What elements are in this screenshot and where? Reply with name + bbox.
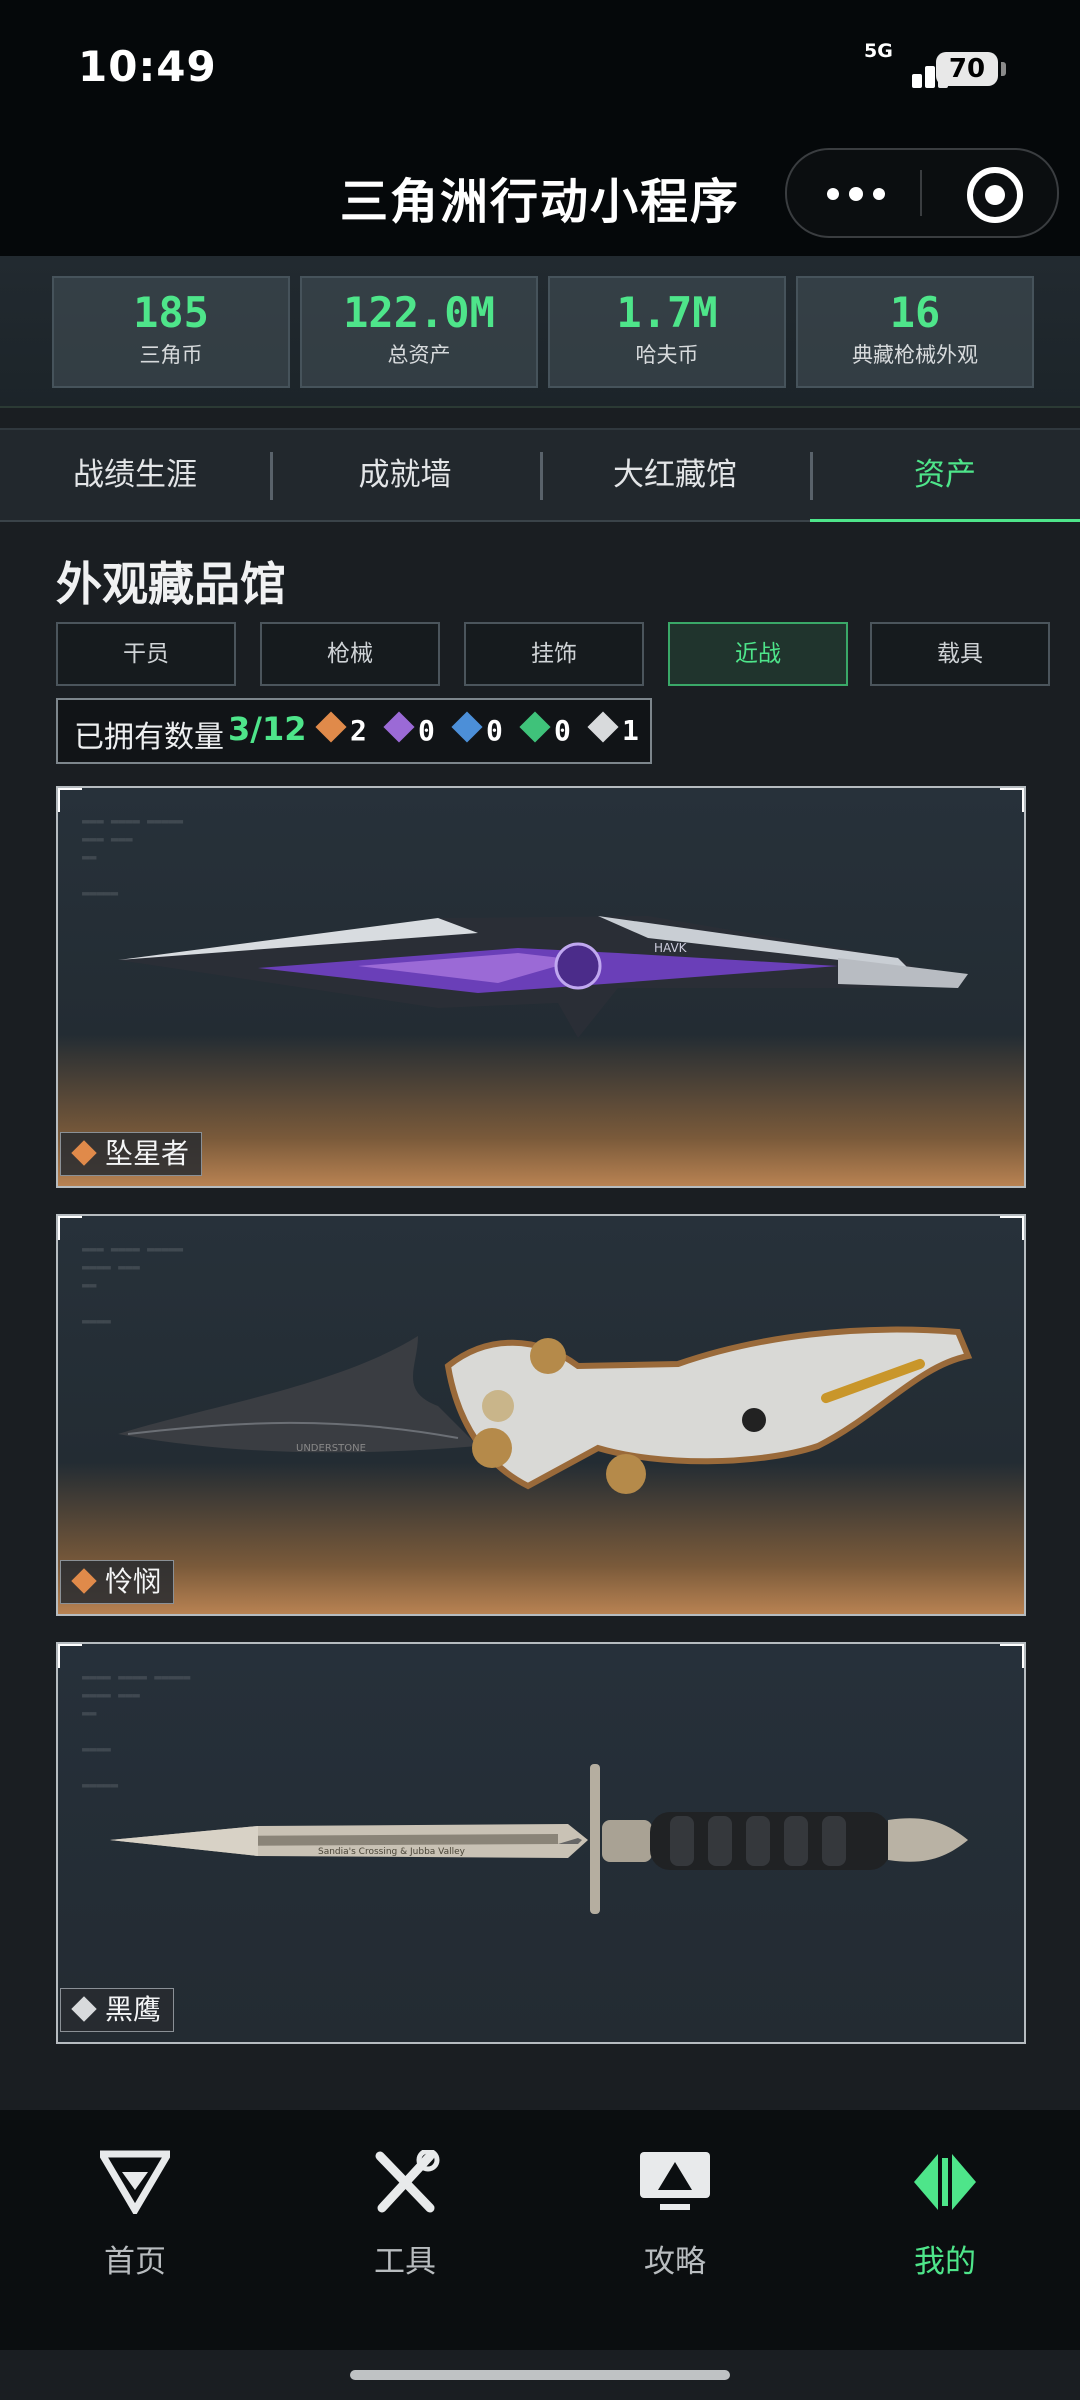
asset-stats: 185 三角币 122.0M 总资产 1.7M 哈夫币 16 典藏枪械外观 [0,256,1080,408]
orange-rarity-icon [71,1568,97,1594]
melee-card-mercy[interactable]: ▬▬▬ ▬▬▬▬ ▬▬▬▬▬ ▬▬▬▬ ▬▬▬ ▬▬ ▬▬▬▬ UNDERSTONE … [56,1214,1026,1616]
capsule-divider [920,170,922,216]
knife-print-label: HAVK [654,941,688,955]
stat-label: 三角币 [139,343,203,367]
title-bar: 三角洲行动小程序 [0,140,1080,256]
owned-count-bar: 已拥有数量 3/12 2 0 0 0 1 [56,698,652,764]
stat-value: 185 [133,288,209,337]
rarity-count: 0 [418,714,435,747]
network-type: 5G [864,40,893,62]
profile-tabs: 战绩生涯 成就墙 大红藏馆 资产 [0,428,1080,522]
stat-value: 1.7M [616,288,718,337]
more-icon[interactable] [827,178,887,208]
item-name: 坠星者 [105,1137,190,1170]
category-vehicles[interactable]: 载具 [870,622,1050,686]
rarity-count: 2 [350,714,367,747]
category-melee[interactable]: 近战 [668,622,848,686]
guide-icon [640,2152,710,2210]
rarity-blue: 0 [451,711,503,747]
item-name-tag: 坠星者 [60,1132,203,1176]
owned-label: 已拥有数量 [74,720,224,755]
nav-label: 首页 [104,2244,166,2280]
home-indicator[interactable] [350,2370,730,2380]
category-operators[interactable]: 干员 [56,622,236,686]
close-target-icon[interactable] [967,167,1023,223]
nav-profile[interactable]: 我的 [810,2150,1080,2281]
status-bar: 10:49 5G 70 [0,0,1080,140]
rarity-count: 1 [622,714,639,747]
stat-value: 16 [889,288,941,337]
nav-label: 攻略 [644,2244,706,2280]
profile-icon [914,2154,976,2210]
stat-label: 哈夫币 [635,343,699,367]
stat-value: 122.0M [343,288,495,337]
rarity-white: 1 [587,711,639,747]
item-name-tag: 怜悯 [60,1560,175,1604]
tab-assets[interactable]: 资产 [810,430,1080,522]
white-rarity-icon [71,1996,97,2022]
item-name: 怜悯 [105,1565,162,1598]
green-rarity-icon [519,711,551,743]
corner-mark [58,788,82,812]
nav-tools[interactable]: 工具 [270,2148,540,2281]
corner-mark [1000,1216,1024,1240]
knife-image: UNDERSTONE [118,1326,973,1494]
rarity-green: 0 [519,711,571,747]
item-name-tag: 黑鹰 [60,1988,175,2032]
nav-home[interactable]: 首页 [0,2150,270,2281]
white-rarity-icon [587,711,619,743]
stat-label: 总资产 [387,343,451,367]
tab-achievements[interactable]: 成就墙 [270,430,540,520]
blue-rarity-icon [451,711,483,743]
category-guns[interactable]: 枪械 [260,622,440,686]
nav-label: 工具 [374,2244,436,2280]
melee-card-falling-star[interactable]: ▬▬▬ ▬▬▬▬ ▬▬▬▬▬ ▬▬▬ ▬▬▬ ▬▬ ▬▬▬▬▬ HAVK 坠星者 [56,786,1026,1188]
battery-icon: 70 [936,52,1006,86]
knife-print-label: UNDERSTONE [296,1443,366,1454]
knife-image: Sandia's Crossing & Jubba Valley [110,1764,968,1914]
tools-icon [375,2148,440,2213]
purple-rarity-icon [383,711,415,743]
orange-rarity-icon [71,1140,97,1166]
stat-card-total-assets: 122.0M 总资产 [300,276,538,388]
melee-card-black-hawk[interactable]: ▬▬▬▬ ▬▬▬▬ ▬▬▬▬▬ ▬▬▬▬ ▬▬▬ ▬▬ ▬▬▬▬ ▬▬▬▬▬ Sandi… [56,1642,1026,2044]
nav-label: 我的 [914,2244,976,2280]
stat-label: 典藏枪械外观 [852,343,978,367]
rarity-purple: 0 [383,711,435,747]
category-charms[interactable]: 挂饰 [464,622,644,686]
rarity-count: 0 [554,714,571,747]
mini-program-capsule [785,148,1059,238]
clock: 10:49 [78,42,217,91]
item-name: 黑鹰 [105,1993,162,2026]
stat-card-hav-coin: 1.7M 哈夫币 [548,276,786,388]
stat-card-gun-skins: 16 典藏枪械外观 [796,276,1034,388]
owned-count: 3/12 [228,710,307,748]
corner-mark [1000,1644,1024,1668]
rarity-count: 0 [486,714,503,747]
home-logo-icon [95,2150,175,2217]
tab-red-collection[interactable]: 大红藏馆 [540,430,810,520]
knife-print-label: Sandia's Crossing & Jubba Valley [318,1847,466,1857]
bottom-nav: 首页 工具 攻略 我的 [0,2110,1080,2350]
orange-rarity-icon [315,711,347,743]
tab-career[interactable]: 战绩生涯 [0,430,270,520]
nav-guide[interactable]: 攻略 [540,2150,810,2281]
corner-mark [1000,788,1024,812]
corner-mark [58,1644,82,1668]
stat-card-delta-coin: 185 三角币 [52,276,290,388]
section-title: 外观藏品馆 [56,557,286,611]
rarity-orange: 2 [315,711,367,747]
corner-mark [58,1216,82,1240]
knife-image: HAVK [118,916,968,1038]
